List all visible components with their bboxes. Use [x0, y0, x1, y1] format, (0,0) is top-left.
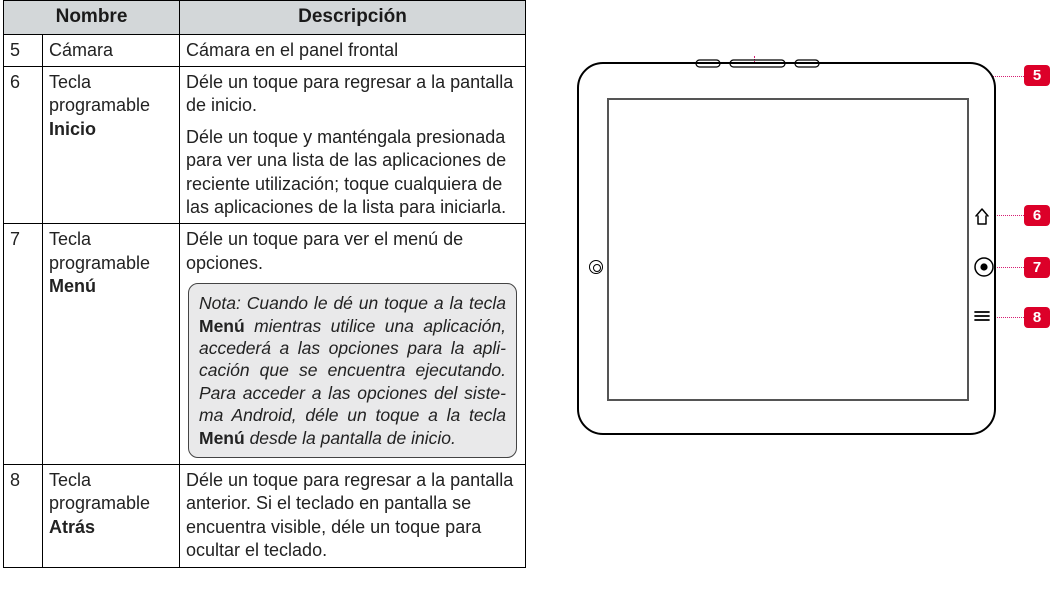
table-row: 7 Tecla programable Menú Déle un toque p…: [4, 224, 526, 465]
cell-name: Tecla programable Menú: [43, 224, 180, 465]
name-bold: Menú: [49, 276, 96, 296]
cell-desc: Déle un toque para regresar a la pantall…: [180, 67, 526, 224]
note-text: Nota: Cuando le dé un toque a la tecla: [199, 293, 506, 313]
speaker-notch-icon: [695, 59, 820, 68]
name-bold: Atrás: [49, 517, 95, 537]
back-key-icon: [974, 309, 990, 323]
name-pre: Tecla programable: [49, 470, 150, 513]
note-box: Nota: Cuando le dé un toque a la tecla M…: [188, 283, 517, 458]
cell-desc: Déle un toque para regresar a la pan­tal…: [180, 464, 526, 567]
device-diagram: 5 6 7 8: [577, 62, 1055, 458]
menu-key-icon: [974, 257, 994, 277]
cell-name: Tecla programable Atrás: [43, 464, 180, 567]
th-name: Nombre: [4, 1, 180, 35]
reset-hole-icon: [589, 260, 603, 274]
name-bold: Inicio: [49, 119, 96, 139]
note-bold: Menú: [199, 316, 245, 336]
callout-label-7: 7: [1024, 257, 1050, 278]
tablet-screen: [607, 98, 969, 401]
tablet-body: [577, 62, 996, 435]
cell-name: Cámara: [43, 34, 180, 66]
note-text: mientras utilice una aplicación, acceder…: [199, 316, 506, 426]
table-row: 5 Cámara Cámara en el panel frontal: [4, 34, 526, 66]
leader-line: [993, 267, 1024, 268]
callout-label-8: 8: [1024, 307, 1050, 328]
callout-label-5: 5: [1024, 65, 1050, 86]
desc-p: Déle un toque para regresar a la pantall…: [186, 71, 519, 118]
note-text: desde la pantalla de inicio.: [245, 428, 456, 448]
cell-name: Tecla programable Inicio: [43, 67, 180, 224]
name-pre: Tecla programable: [49, 72, 150, 115]
note-bold: Menú: [199, 428, 245, 448]
callout-label-6: 6: [1024, 205, 1050, 226]
desc-p: Déle un toque para ver el menú de opcion…: [186, 228, 519, 275]
table-row: 6 Tecla programable Inicio Déle un toque…: [4, 67, 526, 224]
desc-p: Déle un toque y manténgala presionada pa…: [186, 126, 519, 220]
cell-num: 5: [4, 34, 43, 66]
cell-desc: Déle un toque para ver el menú de opcion…: [180, 224, 526, 465]
cell-num: 7: [4, 224, 43, 465]
name-pre: Tecla programable: [49, 229, 150, 272]
table-row: 8 Tecla programable Atrás Déle un toque …: [4, 464, 526, 567]
cell-num: 8: [4, 464, 43, 567]
cell-num: 6: [4, 67, 43, 224]
home-key-icon: [974, 207, 990, 225]
cell-desc: Cámara en el panel frontal: [180, 34, 526, 66]
th-desc: Descripción: [180, 1, 526, 35]
spec-table: Nombre Descripción 5 Cámara Cámara en el…: [3, 0, 526, 568]
